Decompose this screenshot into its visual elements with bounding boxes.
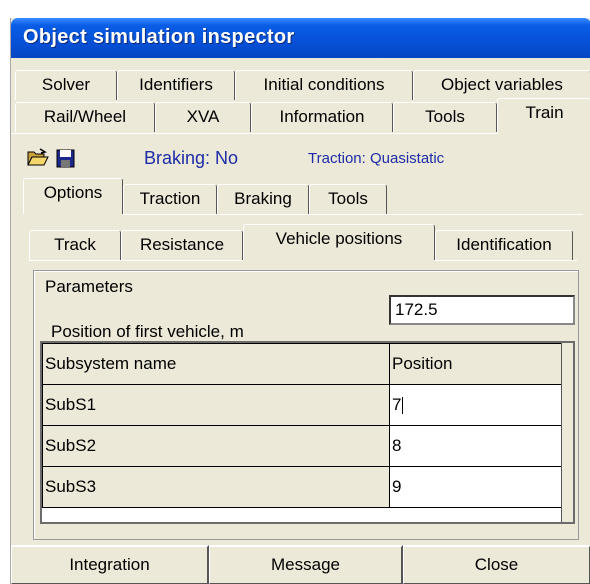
- subtab-options[interactable]: Options: [23, 178, 123, 214]
- title-bar[interactable]: Object simulation inspector: [11, 18, 590, 58]
- inspector-window: Object simulation inspector Solver Ident…: [10, 18, 590, 584]
- tab-train[interactable]: Train: [497, 98, 590, 134]
- tab-solver[interactable]: Solver: [15, 70, 117, 100]
- tab-tools[interactable]: Tools: [393, 102, 497, 132]
- grid-vertical-scrollbar[interactable]: [561, 343, 573, 522]
- subtab-traction[interactable]: Traction: [123, 184, 217, 214]
- first-vehicle-position-label: Position of first vehicle, m: [51, 322, 244, 341]
- window-title: Object simulation inspector: [23, 26, 295, 48]
- message-button[interactable]: Message: [209, 545, 403, 584]
- position-cell[interactable]: 8: [389, 425, 562, 467]
- close-button[interactable]: Close: [403, 545, 590, 584]
- folder-open-icon[interactable]: [27, 148, 49, 168]
- subtab-braking[interactable]: Braking: [217, 184, 309, 214]
- column-header-position[interactable]: Position: [389, 343, 562, 385]
- braking-status: Braking: No: [144, 148, 239, 168]
- table-row[interactable]: SubS1 7: [42, 384, 562, 426]
- innertab-resistance[interactable]: Resistance: [121, 230, 243, 260]
- innertab-divider-right: [435, 260, 577, 261]
- position-cell[interactable]: 9: [389, 466, 562, 508]
- tab-xva[interactable]: XVA: [155, 102, 251, 132]
- position-value[interactable]: 7: [392, 395, 401, 414]
- tab-divider: [11, 133, 497, 134]
- button-bar: Integration Message Close: [11, 545, 590, 584]
- innertab-track[interactable]: Track: [29, 230, 121, 260]
- traction-status: Traction: Quasistatic: [308, 150, 445, 167]
- table-row[interactable]: SubS3 9: [42, 466, 562, 508]
- innertab-vehicle-positions[interactable]: Vehicle positions: [243, 224, 435, 260]
- innertab-identification[interactable]: Identification: [435, 230, 573, 260]
- innertab-divider-left: [29, 260, 243, 261]
- tab-object-variables[interactable]: Object variables: [413, 70, 590, 100]
- first-vehicle-position-input[interactable]: [389, 295, 575, 325]
- grid-header-row: Subsystem name Position: [42, 343, 562, 385]
- floppy-disk-icon[interactable]: [55, 148, 77, 168]
- tab-initial-conditions[interactable]: Initial conditions: [235, 70, 413, 100]
- subsystem-name-cell: SubS1: [42, 384, 390, 426]
- parameters-group-label: Parameters: [43, 277, 135, 297]
- position-cell[interactable]: 7: [389, 384, 562, 426]
- tab-information[interactable]: Information: [251, 102, 393, 132]
- table-row[interactable]: SubS2 8: [42, 425, 562, 467]
- integration-button[interactable]: Integration: [11, 545, 209, 584]
- subsystem-positions-grid[interactable]: Subsystem name Position SubS1 7 SubS2 8 …: [40, 341, 575, 524]
- subsystem-name-cell: SubS2: [42, 425, 390, 467]
- tab-rail-wheel[interactable]: Rail/Wheel: [15, 102, 155, 132]
- subsystem-name-cell: SubS3: [42, 466, 390, 508]
- column-header-subsystem-name[interactable]: Subsystem name: [42, 343, 390, 385]
- subtab-divider: [123, 214, 583, 215]
- subtab-tools[interactable]: Tools: [309, 184, 387, 214]
- tab-identifiers[interactable]: Identifiers: [117, 70, 235, 100]
- text-cursor: [402, 397, 404, 415]
